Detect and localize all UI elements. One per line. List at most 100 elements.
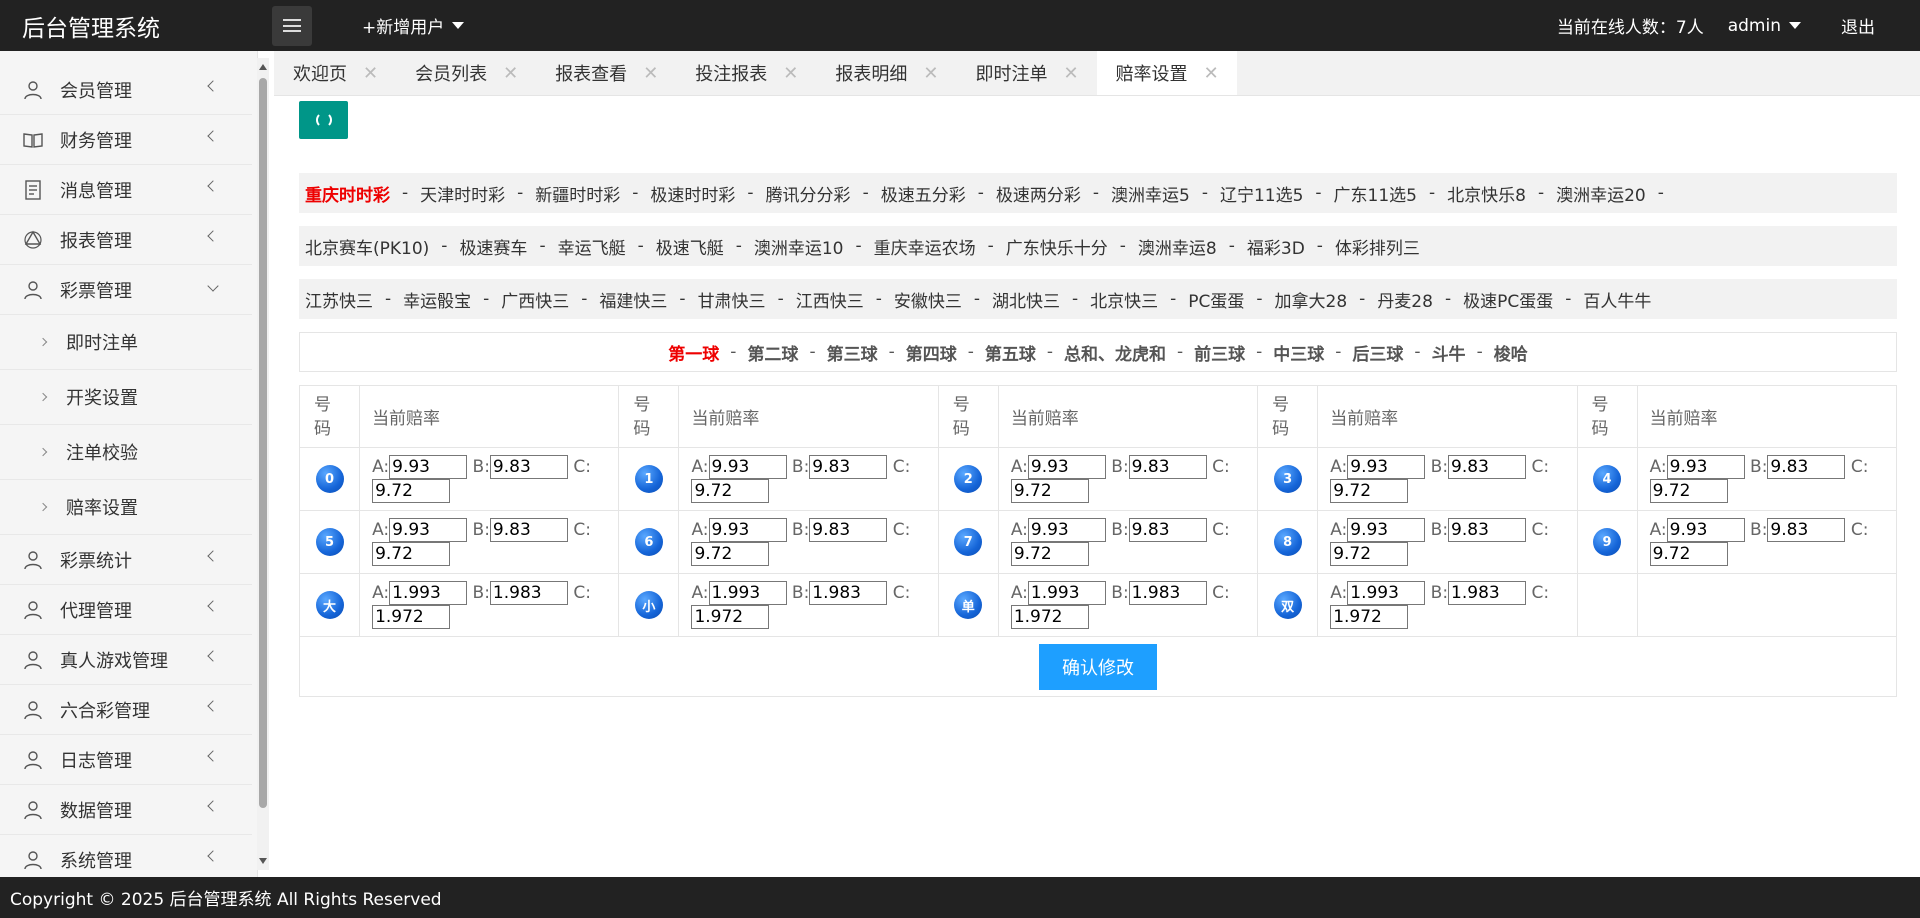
scroll-down-icon[interactable]: [259, 858, 267, 864]
lottery-link[interactable]: 加拿大28: [1275, 287, 1348, 312]
sidebar-subitem-3[interactable]: 赔率设置: [0, 480, 252, 535]
lottery-link[interactable]: 辽宁11选5: [1220, 181, 1303, 206]
scroll-up-icon[interactable]: [259, 64, 267, 70]
lottery-link[interactable]: 澳洲幸运5: [1111, 181, 1190, 206]
odds-b-input[interactable]: [809, 581, 888, 605]
lottery-link[interactable]: 百人牛牛: [1583, 287, 1651, 312]
odds-b-input[interactable]: [1448, 518, 1527, 542]
tab-0[interactable]: 欢迎页 ✕: [274, 51, 397, 95]
lottery-link[interactable]: 极速赛车: [459, 234, 527, 259]
lottery-link[interactable]: 北京赛车(PK10): [305, 234, 429, 259]
odds-c-input[interactable]: [1330, 479, 1409, 503]
add-user-dropdown[interactable]: +新增用户: [362, 13, 465, 38]
odds-c-input[interactable]: [1330, 542, 1409, 566]
odds-a-input[interactable]: [1347, 518, 1426, 542]
lottery-link[interactable]: 丹麦28: [1377, 287, 1433, 312]
tab-6[interactable]: 赔率设置 ✕: [1096, 51, 1237, 95]
odds-b-input[interactable]: [1128, 455, 1207, 479]
odds-c-input[interactable]: [1010, 542, 1089, 566]
menu-toggle-button[interactable]: [272, 5, 312, 46]
sidebar-item-0[interactable]: 会员管理: [0, 65, 252, 115]
sidebar-item-10[interactable]: 数据管理: [0, 785, 252, 835]
odds-a-input[interactable]: [1666, 455, 1745, 479]
lottery-link[interactable]: PC蛋蛋: [1188, 287, 1244, 312]
tab-3[interactable]: 投注报表 ✕: [676, 51, 817, 95]
lottery-link[interactable]: 甘肃快三: [698, 287, 766, 312]
ball-link[interactable]: 第四球: [906, 340, 957, 365]
tab-1[interactable]: 会员列表 ✕: [396, 51, 537, 95]
odds-c-input[interactable]: [372, 605, 451, 629]
ball-link[interactable]: 后三球: [1352, 340, 1403, 365]
sidebar-scrollbar[interactable]: [257, 58, 269, 870]
odds-c-input[interactable]: [1010, 605, 1089, 629]
lottery-link[interactable]: 重庆幸运农场: [874, 234, 976, 259]
odds-b-input[interactable]: [1128, 518, 1207, 542]
odds-a-input[interactable]: [1347, 581, 1426, 605]
close-icon[interactable]: ✕: [363, 63, 378, 84]
sidebar-item-5[interactable]: 彩票统计: [0, 535, 252, 585]
odds-c-input[interactable]: [691, 605, 770, 629]
lottery-link[interactable]: 极速两分彩: [996, 181, 1081, 206]
lottery-link[interactable]: 重庆时时彩: [305, 181, 390, 206]
close-icon[interactable]: ✕: [1204, 63, 1219, 84]
confirm-button[interactable]: 确认修改: [1039, 643, 1157, 690]
sidebar-item-9[interactable]: 日志管理: [0, 735, 252, 785]
lottery-link[interactable]: 体彩排列三: [1335, 234, 1420, 259]
ball-link[interactable]: 中三球: [1273, 340, 1324, 365]
odds-a-input[interactable]: [708, 581, 787, 605]
lottery-link[interactable]: 腾讯分分彩: [766, 181, 851, 206]
odds-c-input[interactable]: [372, 542, 451, 566]
sidebar-subitem-2[interactable]: 注单校验: [0, 425, 252, 480]
lottery-link[interactable]: 新疆时时彩: [535, 181, 620, 206]
odds-c-input[interactable]: [1649, 542, 1728, 566]
ball-link[interactable]: 总和、龙虎和: [1064, 340, 1166, 365]
odds-b-input[interactable]: [489, 518, 568, 542]
odds-b-input[interactable]: [1767, 518, 1846, 542]
ball-link[interactable]: 第五球: [985, 340, 1036, 365]
odds-a-input[interactable]: [1027, 518, 1106, 542]
odds-c-input[interactable]: [372, 479, 451, 503]
sidebar-item-3[interactable]: 报表管理: [0, 215, 252, 265]
sidebar-item-7[interactable]: 真人游戏管理: [0, 635, 252, 685]
scroll-thumb[interactable]: [259, 78, 267, 808]
lottery-link[interactable]: 极速飞艇: [656, 234, 724, 259]
sidebar-item-1[interactable]: 财务管理: [0, 115, 252, 165]
sidebar-item-11[interactable]: 系统管理: [0, 835, 252, 877]
lottery-link[interactable]: 极速五分彩: [881, 181, 966, 206]
lottery-link[interactable]: 福彩3D: [1247, 234, 1305, 259]
odds-c-input[interactable]: [691, 542, 770, 566]
close-icon[interactable]: ✕: [643, 63, 658, 84]
odds-a-input[interactable]: [708, 455, 787, 479]
lottery-link[interactable]: 北京快乐8: [1447, 181, 1526, 206]
odds-b-input[interactable]: [809, 518, 888, 542]
odds-a-input[interactable]: [1666, 518, 1745, 542]
odds-c-input[interactable]: [1649, 479, 1728, 503]
ball-link[interactable]: 斗牛: [1432, 340, 1466, 365]
lottery-link[interactable]: 极速PC蛋蛋: [1463, 287, 1553, 312]
sidebar-item-6[interactable]: 代理管理: [0, 585, 252, 635]
lottery-link[interactable]: 福建快三: [599, 287, 667, 312]
refresh-button[interactable]: [299, 101, 348, 139]
sidebar-subitem-0[interactable]: 即时注单: [0, 315, 252, 370]
ball-link[interactable]: 第一球: [668, 340, 719, 365]
lottery-link[interactable]: 广东快乐十分: [1006, 234, 1108, 259]
close-icon[interactable]: ✕: [1063, 63, 1078, 84]
odds-b-input[interactable]: [1767, 455, 1846, 479]
odds-a-input[interactable]: [389, 581, 468, 605]
lottery-link[interactable]: 北京快三: [1090, 287, 1158, 312]
lottery-link[interactable]: 江苏快三: [305, 287, 373, 312]
lottery-link[interactable]: 江西快三: [796, 287, 864, 312]
close-icon[interactable]: ✕: [503, 63, 518, 84]
odds-a-input[interactable]: [708, 518, 787, 542]
sidebar-subitem-1[interactable]: 开奖设置: [0, 370, 252, 425]
sidebar-item-4[interactable]: 彩票管理: [0, 265, 252, 315]
odds-b-input[interactable]: [809, 455, 888, 479]
tab-5[interactable]: 即时注单 ✕: [956, 51, 1097, 95]
ball-link[interactable]: 梭哈: [1494, 340, 1528, 365]
close-icon[interactable]: ✕: [783, 63, 798, 84]
odds-a-input[interactable]: [1027, 581, 1106, 605]
lottery-link[interactable]: 幸运飞艇: [558, 234, 626, 259]
odds-b-input[interactable]: [1128, 581, 1207, 605]
lottery-link[interactable]: 天津时时彩: [420, 181, 505, 206]
odds-c-input[interactable]: [691, 479, 770, 503]
